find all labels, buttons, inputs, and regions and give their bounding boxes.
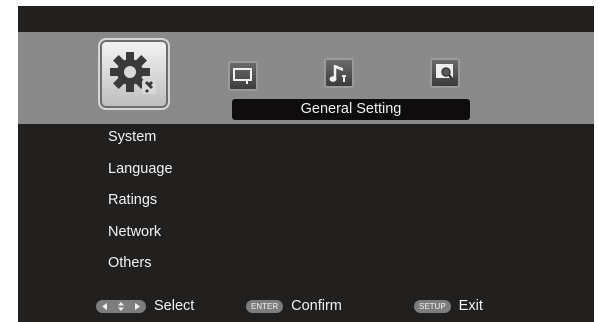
menu-item-language[interactable]: Language xyxy=(108,158,173,190)
select-label: Select xyxy=(154,298,195,314)
enter-key-badge: ENTER xyxy=(246,299,284,313)
footer-hints: Select ENTER Confirm SETUP Exit xyxy=(18,290,594,318)
gear-wrench-icon xyxy=(110,52,156,94)
active-menu-title: General Setting xyxy=(232,99,470,120)
display-setting-tab[interactable] xyxy=(228,61,258,91)
confirm-hint: ENTER Confirm xyxy=(246,298,342,314)
exit-hint: SETUP Exit xyxy=(414,298,483,314)
navigation-arrows-icon xyxy=(96,299,146,313)
exit-label: Exit xyxy=(458,298,483,314)
setup-screen: General Setting System Language Ratings … xyxy=(18,6,594,322)
menu-item-network[interactable]: Network xyxy=(108,221,173,253)
preview-setting-tab[interactable] xyxy=(430,58,460,88)
confirm-label: Confirm xyxy=(291,298,342,314)
setup-key-badge: SETUP xyxy=(414,299,451,313)
general-setting-tab[interactable] xyxy=(98,38,170,110)
select-hint: Select xyxy=(96,298,194,314)
search-icon xyxy=(436,64,454,81)
screen-wrench-icon xyxy=(233,68,252,84)
menu-item-ratings[interactable]: Ratings xyxy=(108,189,173,221)
general-setting-menu: System Language Ratings Network Others xyxy=(108,126,173,284)
audio-setting-tab[interactable] xyxy=(324,58,354,88)
music-note-wrench-icon xyxy=(329,65,346,82)
menu-item-system[interactable]: System xyxy=(108,126,173,158)
menu-item-others[interactable]: Others xyxy=(108,252,173,284)
